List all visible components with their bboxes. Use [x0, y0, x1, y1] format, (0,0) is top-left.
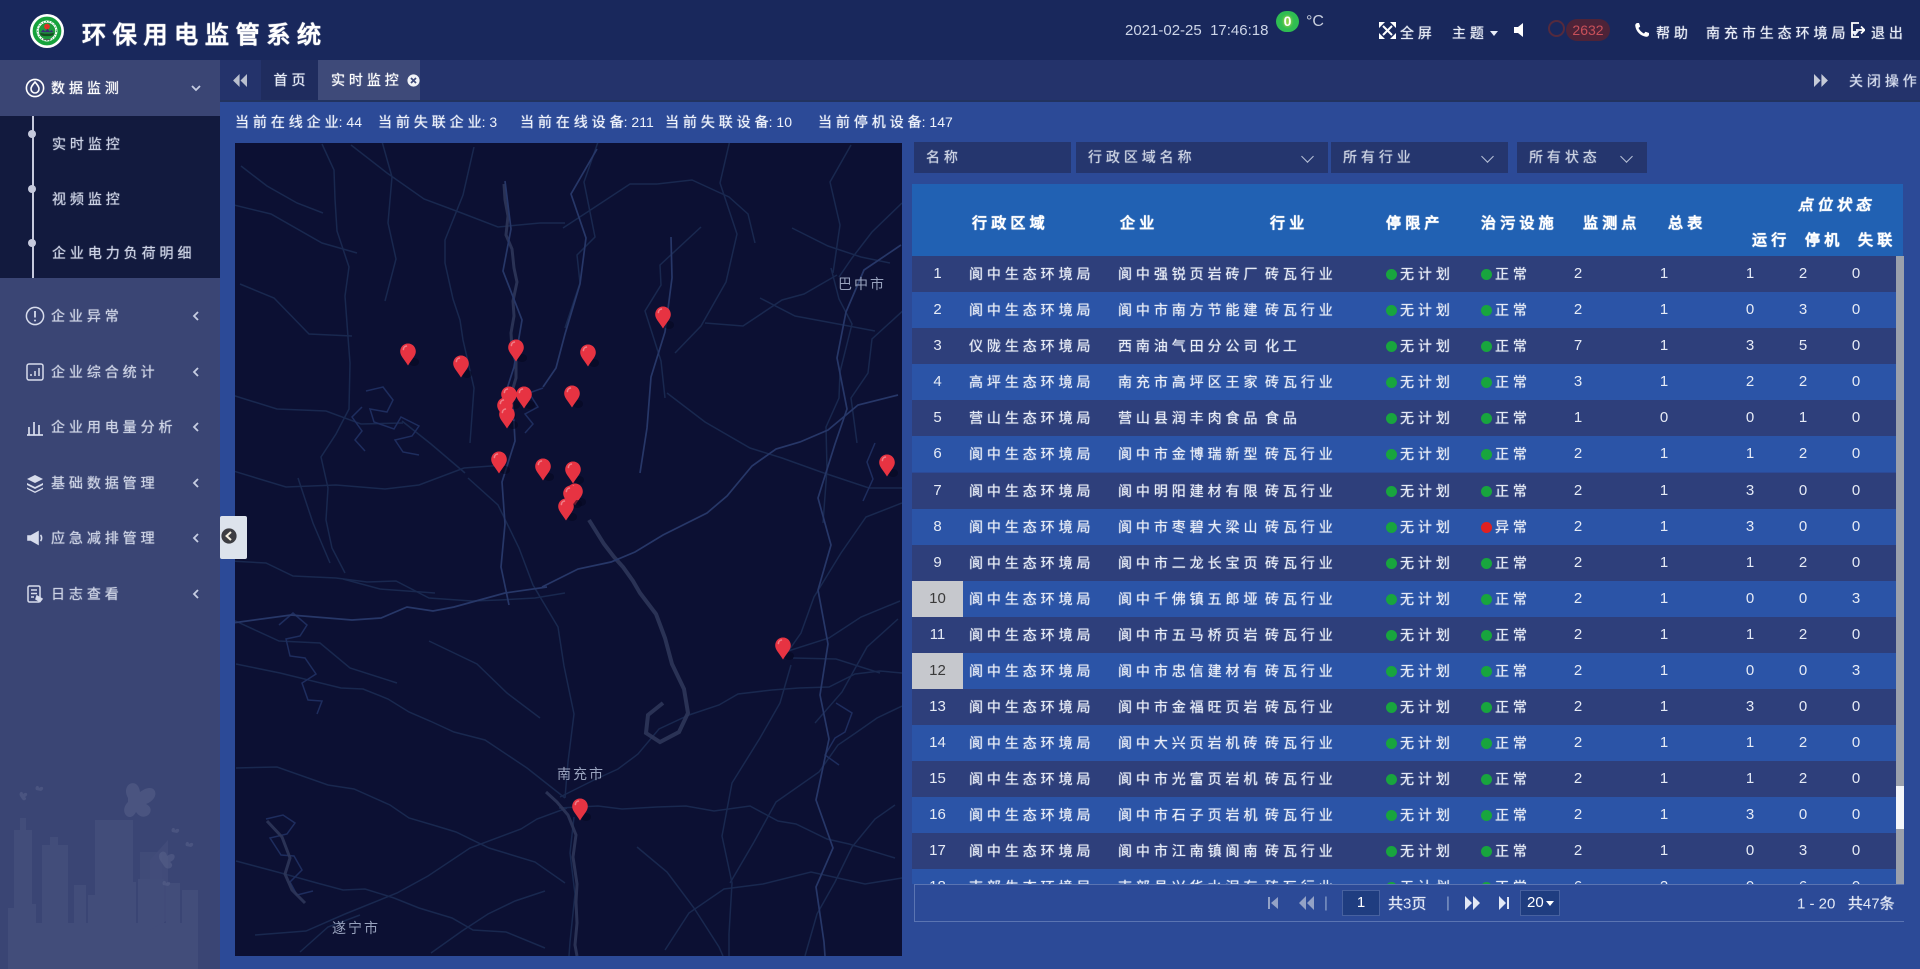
- svg-text:南充市: 南充市: [557, 766, 605, 782]
- svg-text:遂宁市: 遂宁市: [332, 920, 380, 936]
- svg-text:巴中市: 巴中市: [838, 276, 886, 292]
